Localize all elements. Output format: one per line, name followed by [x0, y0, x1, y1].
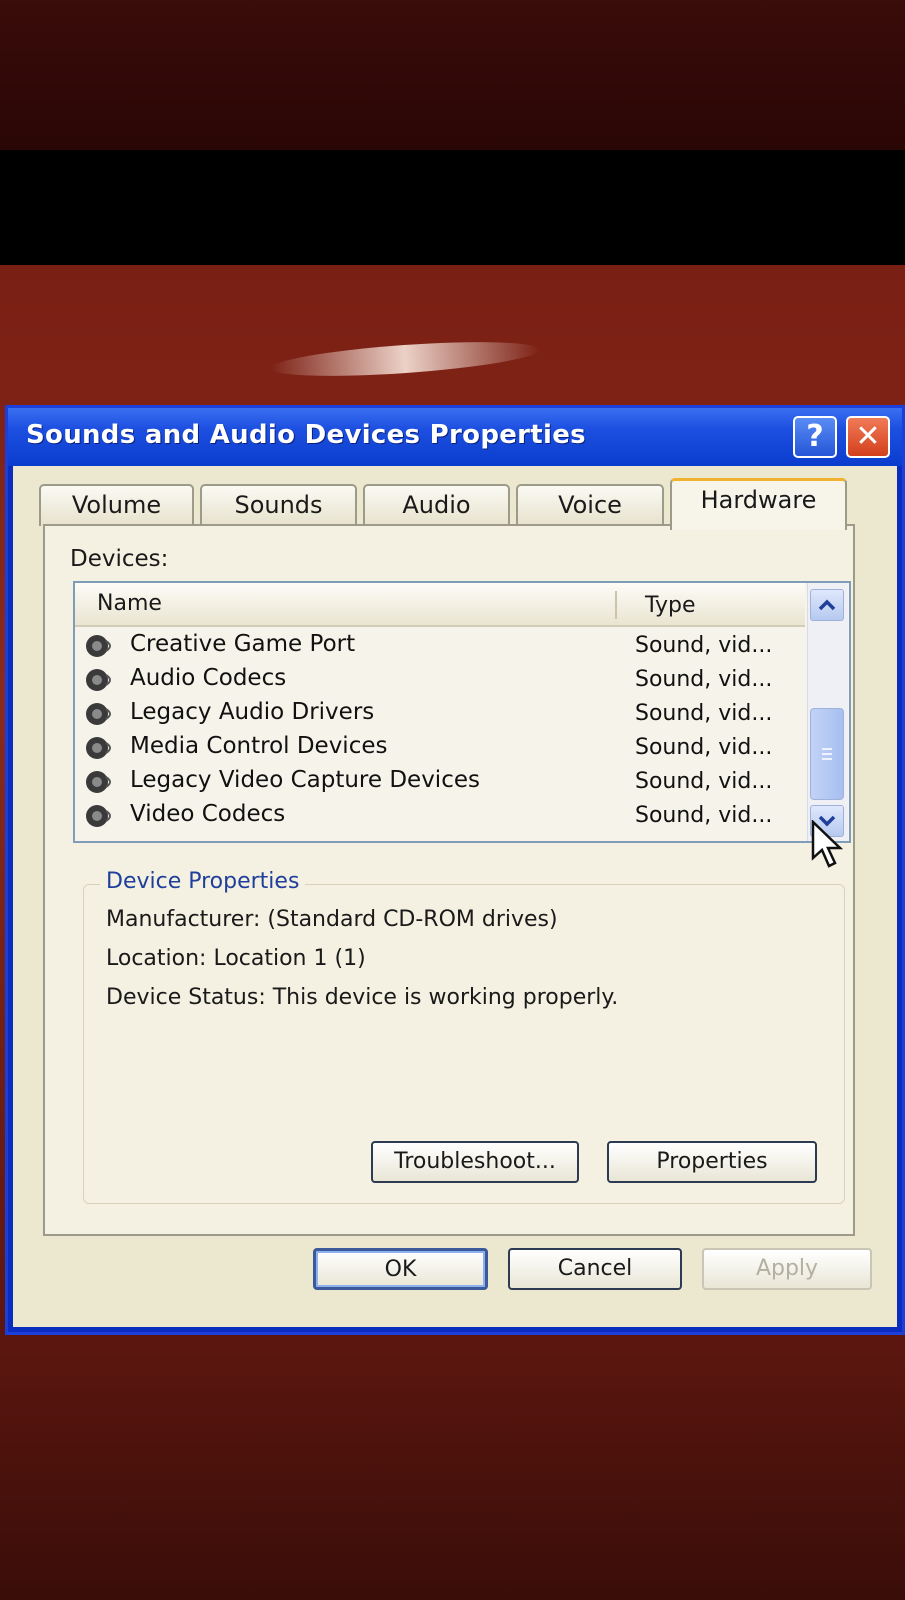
speaker-icon	[86, 669, 111, 691]
help-button[interactable]: ?	[793, 416, 837, 458]
list-item[interactable]: Media Control Devices Sound, vid...	[75, 731, 805, 765]
apply-button[interactable]: Apply	[702, 1248, 872, 1290]
list-item[interactable]: Video Codecs Sound, vid...	[75, 799, 805, 833]
properties-dialog: Sounds and Audio Devices Properties ? ✕ …	[5, 405, 905, 1335]
speaker-icon	[86, 703, 111, 725]
device-type: Sound, vid...	[635, 735, 773, 760]
device-name: Creative Game Port	[130, 631, 356, 657]
group-title: Device Properties	[100, 869, 306, 894]
title-bar[interactable]: Sounds and Audio Devices Properties ? ✕	[8, 408, 902, 466]
speaker-icon	[86, 771, 111, 793]
device-name: Video Codecs	[130, 801, 286, 827]
dialog-client: Volume Sounds Audio Voice Hardware Devic…	[13, 466, 897, 1327]
vertical-scrollbar[interactable]	[807, 583, 848, 841]
device-type: Sound, vid...	[635, 769, 773, 794]
speaker-icon	[86, 737, 111, 759]
cancel-button[interactable]: Cancel	[508, 1248, 682, 1290]
speaker-icon	[86, 805, 111, 827]
tab-audio[interactable]: Audio	[363, 484, 510, 526]
device-name: Audio Codecs	[130, 665, 287, 691]
devices-list[interactable]: Name Type Creative Game Port Sound, vid.…	[73, 581, 851, 843]
device-type: Sound, vid...	[635, 803, 773, 828]
properties-button[interactable]: Properties	[607, 1141, 817, 1183]
close-button[interactable]: ✕	[846, 416, 890, 458]
device-properties-group: Device Properties Manufacturer: (Standar…	[83, 869, 845, 1204]
location-text: Location: Location 1 (1)	[106, 946, 366, 971]
device-name: Media Control Devices	[130, 733, 388, 759]
speaker-icon	[86, 635, 111, 657]
grip-icon	[822, 748, 832, 760]
tab-hardware[interactable]: Hardware	[670, 478, 847, 530]
photo-glare	[269, 335, 541, 383]
device-type: Sound, vid...	[635, 633, 773, 658]
tab-sounds[interactable]: Sounds	[200, 484, 357, 526]
devices-label: Devices:	[70, 546, 169, 572]
scroll-up-button[interactable]	[810, 589, 844, 621]
device-name: Legacy Video Capture Devices	[130, 767, 480, 793]
tab-voice[interactable]: Voice	[516, 484, 664, 526]
window-title: Sounds and Audio Devices Properties	[26, 420, 586, 450]
scroll-thumb[interactable]	[810, 708, 844, 800]
list-item[interactable]: Audio Codecs Sound, vid...	[75, 663, 805, 697]
list-item[interactable]: Creative Game Port Sound, vid...	[75, 629, 805, 663]
mouse-cursor-icon	[811, 820, 844, 868]
list-item[interactable]: Legacy Audio Drivers Sound, vid...	[75, 697, 805, 731]
list-item[interactable]: Legacy Video Capture Devices Sound, vid.…	[75, 765, 805, 799]
troubleshoot-button[interactable]: Troubleshoot...	[371, 1141, 579, 1183]
column-header-name[interactable]: Name	[97, 591, 162, 616]
column-divider[interactable]	[615, 591, 617, 619]
chevron-up-icon	[818, 599, 836, 611]
manufacturer-text: Manufacturer: (Standard CD-ROM drives)	[106, 907, 558, 932]
device-type: Sound, vid...	[635, 667, 773, 692]
ok-button[interactable]: OK	[313, 1248, 488, 1290]
list-header: Name Type	[75, 583, 805, 627]
tab-volume[interactable]: Volume	[39, 484, 194, 526]
close-icon: ✕	[855, 419, 881, 454]
device-status-text: Device Status: This device is working pr…	[106, 985, 619, 1010]
device-name: Legacy Audio Drivers	[130, 699, 375, 725]
hardware-panel: Devices: Name Type Creative Game Port So…	[43, 524, 855, 1236]
column-header-type[interactable]: Type	[645, 593, 696, 618]
device-type: Sound, vid...	[635, 701, 773, 726]
